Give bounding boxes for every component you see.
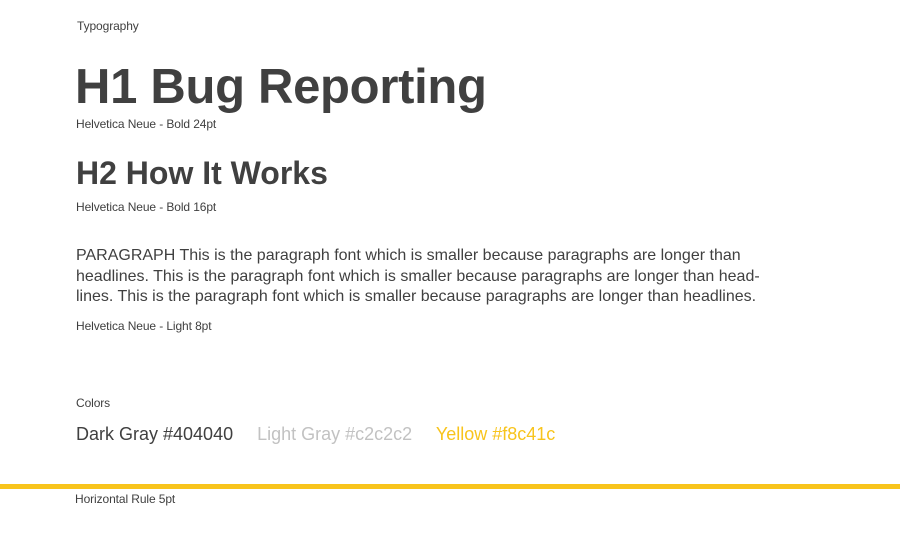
paragraph-line: lines. This is the paragraph font which …	[76, 288, 757, 305]
paragraph-spec-label: Helvetica Neue - Light 8pt	[76, 319, 212, 333]
colors-section-label: Colors	[76, 396, 111, 410]
typography-section-label: Typography	[77, 19, 139, 33]
color-yellow: Yellow #f8c41c	[435, 424, 556, 444]
h2-sample: H2 How It Works	[76, 155, 328, 191]
paragraph-line: headlines. This is the paragraph font wh…	[76, 267, 760, 285]
horizontal-rule-label: Horizontal Rule 5pt	[75, 492, 176, 506]
color-swatches: Dark Gray #404040 Light Gray #c2c2c2 Yel…	[76, 423, 574, 445]
color-dark-gray: Dark Gray #404040	[76, 424, 234, 444]
horizontal-rule	[0, 484, 900, 489]
color-light-gray: Light Gray #c2c2c2	[257, 424, 413, 444]
h1-spec-label: Helvetica Neue - Bold 24pt	[76, 117, 217, 131]
paragraph-sample: PARAGRAPH This is the paragraph font whi…	[76, 246, 836, 308]
paragraph-line: PARAGRAPH This is the paragraph font whi…	[76, 247, 741, 264]
h2-spec-label: Helvetica Neue - Bold 16pt	[76, 200, 217, 214]
h1-sample: H1 Bug Reporting	[75, 60, 487, 114]
